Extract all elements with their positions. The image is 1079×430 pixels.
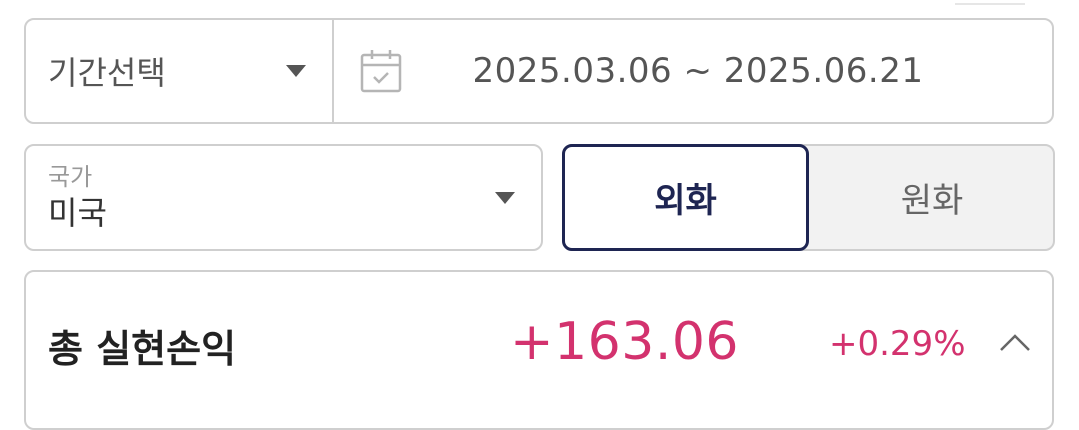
date-range-text: 2025.03.06 ~ 2025.06.21 [472, 51, 924, 91]
date-range-picker[interactable]: 2025.03.06 ~ 2025.06.21 [334, 20, 1052, 122]
chevron-down-icon [495, 191, 515, 204]
country-value: 미국 [48, 193, 107, 232]
period-select-label: 기간선택 [48, 54, 166, 92]
country-caption: 국가 [48, 162, 93, 191]
currency-option-krw[interactable]: 원화 [809, 144, 1055, 251]
top-divider [955, 0, 1025, 5]
period-select-dropdown[interactable]: 기간선택 [26, 20, 334, 122]
realized-pnl-summary: 총 실현손익 +163.06 +0.29% [24, 270, 1054, 430]
calendar-icon [358, 47, 404, 95]
country-select-dropdown[interactable]: 국가 미국 [24, 144, 543, 251]
period-filter-row: 기간선택 2025.03.06 ~ 2025.06.21 [24, 18, 1054, 124]
currency-toggle: 외화 원화 [562, 144, 1055, 251]
summary-title: 총 실현손익 [48, 327, 237, 371]
realized-pnl-amount: +163.06 [510, 312, 740, 372]
chevron-up-icon[interactable] [997, 330, 1033, 354]
currency-option-foreign[interactable]: 외화 [562, 144, 809, 251]
chevron-down-icon [286, 65, 306, 77]
country-text-group: 국가 미국 [48, 162, 495, 234]
realized-pnl-rate: +0.29% [829, 324, 966, 364]
